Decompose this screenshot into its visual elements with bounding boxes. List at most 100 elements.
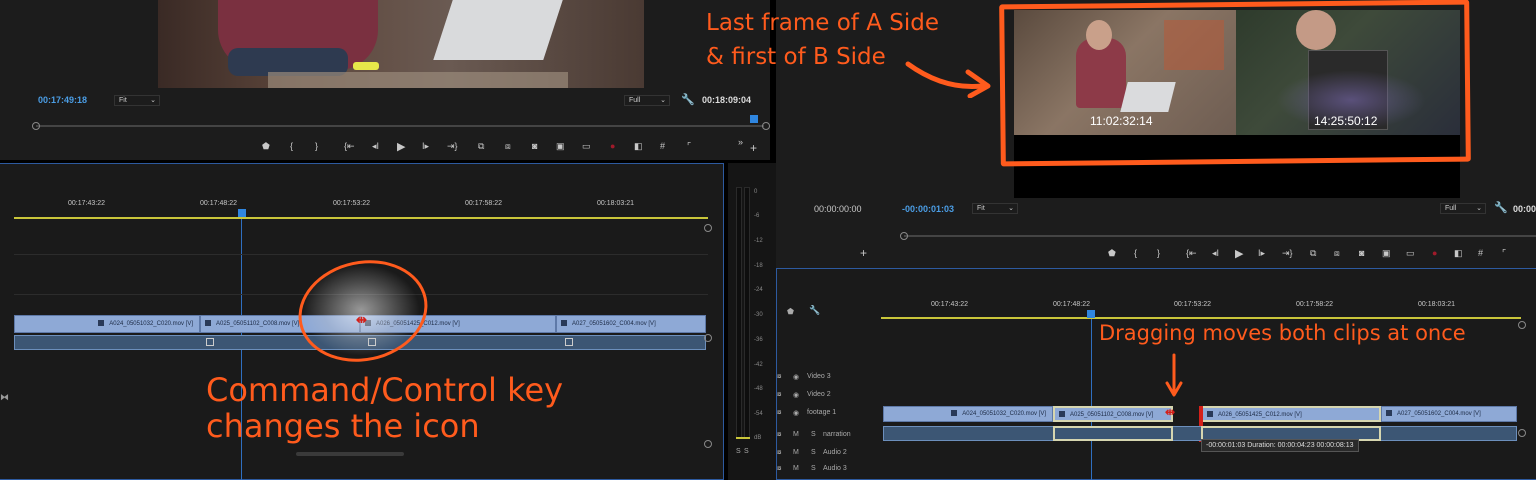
track-header-footage1[interactable]: ⧇ ◉ footage 1 [777, 409, 881, 423]
step-forward-icon[interactable]: I▸ [422, 141, 429, 152]
record-icon[interactable]: ● [1432, 248, 1437, 258]
right-ruler[interactable]: 00:17:43:22 00:17:48:22 00:17:53:22 00:1… [881, 269, 1521, 319]
mark-in-icon[interactable]: { [1134, 248, 1137, 258]
audio-clip-selected[interactable] [1053, 426, 1173, 441]
vr-icon[interactable]: ▭ [582, 141, 591, 152]
mark-in-icon[interactable]: { [290, 141, 293, 151]
track-header-video2[interactable]: ⧇ ◉ Video 2 [777, 391, 881, 405]
sync-lock-icon[interactable]: ⧇ [777, 431, 781, 439]
track-header-audio2[interactable]: ⧇ M S Audio 2 [777, 449, 881, 463]
safe-margins-icon[interactable]: # [660, 141, 665, 151]
corner-icon[interactable]: ⌜ [687, 141, 691, 152]
resolution-full-dropdown[interactable]: Full ⌄ [1440, 203, 1486, 214]
mute-button[interactable]: M [793, 465, 799, 472]
meter-tick: -42 [754, 362, 763, 368]
compare-icon[interactable]: ◧ [634, 141, 643, 152]
overwrite-icon[interactable]: ⧈ [1334, 248, 1340, 259]
timeline-clip[interactable]: A027_05051602_C004.mov [V] [1381, 406, 1517, 422]
step-back-icon[interactable]: ◂I [1212, 248, 1219, 259]
vertical-scroll-handle[interactable] [704, 440, 712, 448]
add-button-icon[interactable]: + [750, 141, 757, 155]
multi-icon[interactable]: ▣ [556, 141, 565, 152]
solo-button[interactable]: S [811, 465, 816, 472]
marker-icon[interactable]: ⬟ [1108, 248, 1116, 259]
marker-icon[interactable]: ⬟ [262, 141, 270, 152]
camera-icon[interactable]: ◙ [532, 141, 537, 151]
work-area-bar[interactable] [14, 217, 708, 219]
playhead-marker[interactable] [750, 115, 758, 123]
program-current-timecode[interactable]: 00:17:49:18 [38, 95, 87, 105]
go-to-in-icon[interactable]: {⇤ [1186, 248, 1197, 259]
vertical-scroll-handle[interactable] [704, 334, 712, 342]
sync-lock-icon[interactable]: ⧇ [777, 409, 781, 417]
vr-icon[interactable]: ▭ [1406, 248, 1415, 259]
meter-tick: -6 [754, 213, 760, 219]
meter-tick: -18 [754, 263, 763, 269]
timeline-clip-selected[interactable]: A025_05051102_C008.mov [V] [1053, 406, 1173, 422]
zoom-fit-dropdown[interactable]: Fit ⌄ [114, 95, 160, 106]
meter-tick: dB [754, 435, 762, 441]
go-to-in-icon[interactable]: {⇤ [344, 141, 355, 152]
playback-scrubber[interactable] [904, 235, 1536, 237]
solo-button[interactable]: S [744, 448, 749, 455]
vertical-scroll-handle[interactable] [1518, 429, 1526, 437]
timeline-clip-selected[interactable]: A026_05051425_C012.mov [V] [1201, 406, 1381, 422]
mute-button[interactable]: M [793, 449, 799, 456]
sync-lock-icon[interactable]: ⧇ [777, 391, 781, 399]
zoom-fit-dropdown[interactable]: Fit ⌄ [972, 203, 1018, 214]
wrench-icon[interactable]: 🔧 [1494, 201, 1508, 214]
go-to-out-icon[interactable]: ⇥} [1282, 248, 1293, 259]
play-icon[interactable]: ▶ [1235, 247, 1243, 260]
mark-out-icon[interactable]: } [1157, 248, 1160, 258]
horizontal-scrollbar[interactable] [296, 452, 404, 456]
collapse-icon[interactable]: ⧓ [0, 392, 9, 403]
audio-clip[interactable] [883, 426, 1517, 441]
camera-icon[interactable]: ◙ [1359, 248, 1364, 258]
playhead-head[interactable] [1087, 310, 1095, 318]
ruler-label: 00:17:53:22 [1174, 301, 1211, 308]
trim-offset-timecode[interactable]: -00:00:01:03 [902, 204, 954, 214]
compare-icon[interactable]: ◧ [1454, 248, 1463, 259]
sync-lock-icon[interactable]: ⧇ [777, 373, 781, 381]
timeline-clip[interactable]: A024_05051032_C020.mov [V] [14, 315, 200, 333]
vertical-scroll-handle[interactable] [1518, 321, 1526, 329]
go-to-out-icon[interactable]: ⇥} [447, 141, 458, 152]
solo-button[interactable]: S [811, 431, 816, 438]
overwrite-icon[interactable]: ⧈ [505, 141, 511, 152]
step-forward-icon[interactable]: I▸ [1258, 248, 1265, 259]
safe-margins-icon[interactable]: # [1478, 248, 1483, 258]
timeline-clip[interactable]: A024_05051032_C020.mov [V] [883, 406, 1053, 422]
meter-tick: 0 [754, 189, 758, 195]
track-header-narration[interactable]: ⧇ M S narration [777, 431, 881, 445]
record-icon[interactable]: ● [610, 141, 615, 151]
eye-icon[interactable]: ◉ [793, 373, 799, 381]
left-ruler[interactable]: 00:17:43:22 00:17:48:22 00:17:53:22 00:1… [14, 164, 708, 219]
multi-icon[interactable]: ▣ [1382, 248, 1391, 259]
add-button-icon[interactable]: + [860, 246, 867, 260]
mark-out-icon[interactable]: } [315, 141, 318, 151]
work-area-bar[interactable] [881, 317, 1521, 319]
eye-icon[interactable]: ◉ [793, 409, 799, 417]
insert-icon[interactable]: ⧉ [478, 141, 484, 152]
resolution-full-dropdown[interactable]: Full ⌄ [624, 95, 670, 106]
solo-button[interactable]: S [736, 448, 741, 455]
sync-lock-icon[interactable]: ⧇ [777, 465, 781, 473]
wrench-icon[interactable]: 🔧 [681, 93, 695, 106]
mute-button[interactable]: M [793, 431, 799, 438]
eye-icon[interactable]: ◉ [793, 391, 799, 399]
playback-scrubber[interactable] [36, 125, 764, 127]
sync-lock-icon[interactable]: ⧇ [777, 449, 781, 457]
insert-icon[interactable]: ⧉ [1310, 248, 1316, 259]
snap-icon[interactable]: ⬟ [787, 307, 794, 316]
wrench-icon[interactable]: 🔧 [809, 305, 820, 316]
overflow-icon[interactable]: » [738, 137, 743, 147]
corner-icon[interactable]: ⌜ [1502, 248, 1506, 259]
play-icon[interactable]: ▶ [397, 140, 405, 153]
playhead-head[interactable] [238, 209, 246, 217]
vertical-scroll-handle[interactable] [704, 224, 712, 232]
solo-button[interactable]: S [811, 449, 816, 456]
track-header-audio3[interactable]: ⧇ M S Audio 3 [777, 465, 881, 479]
step-back-icon[interactable]: ◂I [372, 141, 379, 152]
track-header-video3[interactable]: ⧇ ◉ Video 3 [777, 373, 881, 387]
timeline-clip[interactable]: A027_05051602_C004.mov [V] [556, 315, 706, 333]
